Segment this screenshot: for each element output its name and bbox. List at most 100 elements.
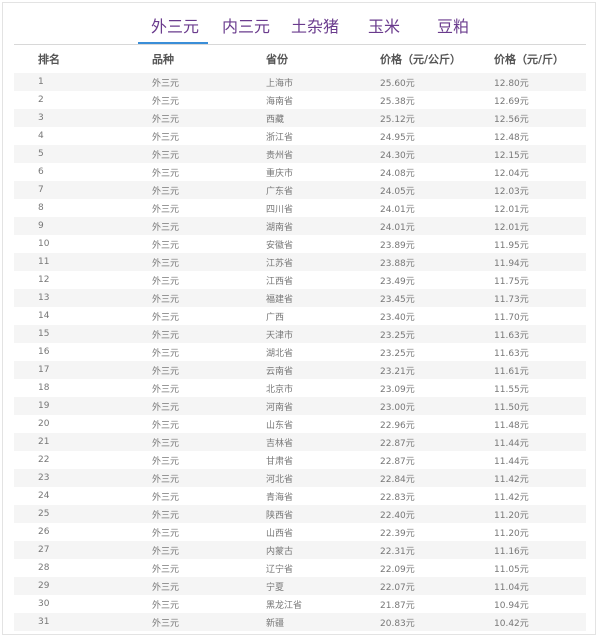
rank-cell: 11 [14, 253, 128, 271]
table-row: 12 外三元 江西省 23.49元 11.75元 [14, 271, 586, 289]
province-cell: 新疆 [242, 613, 356, 631]
province-cell: 陕西省 [242, 505, 356, 523]
province-cell: 四川省 [242, 199, 356, 217]
variety-cell: 外三元 [128, 271, 242, 289]
variety-cell: 外三元 [128, 145, 242, 163]
variety-cell: 外三元 [128, 397, 242, 415]
price-jin-cell: 11.55元 [470, 379, 586, 397]
province-cell: 辽宁省 [242, 559, 356, 577]
price-kg-cell: 23.09元 [356, 379, 470, 397]
price-kg-cell: 25.38元 [356, 91, 470, 109]
price-jin-cell: 11.05元 [470, 559, 586, 577]
header-rank: 排名 [38, 53, 60, 66]
variety-cell: 外三元 [128, 361, 242, 379]
province-cell: 湖南省 [242, 217, 356, 235]
price-jin-cell: 12.80元 [470, 73, 586, 91]
price-jin-cell: 12.69元 [470, 91, 586, 109]
price-kg-cell: 23.49元 [356, 271, 470, 289]
variety-cell: 外三元 [128, 613, 242, 631]
price-kg-cell: 24.05元 [356, 181, 470, 199]
price-kg-cell: 22.87元 [356, 451, 470, 469]
rank-cell: 30 [14, 595, 128, 613]
table-row: 21 外三元 吉林省 22.87元 11.44元 [14, 433, 586, 451]
price-jin-cell: 12.01元 [470, 199, 586, 217]
header-price-per-jin: 价格（元/斤） [494, 53, 565, 66]
price-jin-cell: 11.94元 [470, 253, 586, 271]
variety-cell: 外三元 [128, 469, 242, 487]
table-row: 16 外三元 湖北省 23.25元 11.63元 [14, 343, 586, 361]
price-kg-cell: 22.39元 [356, 523, 470, 541]
table-row: 3 外三元 西藏 25.12元 12.56元 [14, 109, 586, 127]
price-jin-cell: 11.48元 [470, 415, 586, 433]
table-row: 5 外三元 贵州省 24.30元 12.15元 [14, 145, 586, 163]
price-kg-cell: 22.83元 [356, 487, 470, 505]
rank-cell: 28 [14, 559, 128, 577]
table-row: 4 外三元 浙江省 24.95元 12.48元 [14, 127, 586, 145]
rank-cell: 7 [14, 181, 128, 199]
price-jin-cell: 11.44元 [470, 433, 586, 451]
price-jin-cell: 11.42元 [470, 487, 586, 505]
rank-cell: 26 [14, 523, 128, 541]
price-jin-cell: 11.70元 [470, 307, 586, 325]
table-row: 22 外三元 甘肃省 22.87元 11.44元 [14, 451, 586, 469]
price-jin-cell: 11.16元 [470, 541, 586, 559]
province-cell: 吉林省 [242, 433, 356, 451]
tab-wai-san-yuan[interactable]: 外三元 [151, 12, 199, 42]
variety-cell: 外三元 [128, 541, 242, 559]
price-jin-cell: 11.20元 [470, 523, 586, 541]
price-kg-cell: 23.25元 [356, 325, 470, 343]
price-jin-cell: 11.63元 [470, 325, 586, 343]
rank-cell: 13 [14, 289, 128, 307]
price-jin-cell: 10.42元 [470, 613, 586, 631]
price-ranking-table: 排名 品种 省份 价格（元/公斤） 价格（元/斤） 1 外三元 上海市 25.60元 1… [14, 45, 586, 631]
header-variety: 品种 [152, 53, 174, 66]
tab-yu-mi[interactable]: 玉米 [368, 12, 400, 42]
rank-cell: 9 [14, 217, 128, 235]
table-row: 28 外三元 辽宁省 22.09元 11.05元 [14, 559, 586, 577]
rank-cell: 15 [14, 325, 128, 343]
price-kg-cell: 23.00元 [356, 397, 470, 415]
province-cell: 江苏省 [242, 253, 356, 271]
price-jin-cell: 11.20元 [470, 505, 586, 523]
province-cell: 河南省 [242, 397, 356, 415]
variety-cell: 外三元 [128, 235, 242, 253]
rank-cell: 29 [14, 577, 128, 595]
price-jin-cell: 11.95元 [470, 235, 586, 253]
price-jin-cell: 11.44元 [470, 451, 586, 469]
rank-cell: 10 [14, 235, 128, 253]
table-header-row: 排名 品种 省份 价格（元/公斤） 价格（元/斤） [14, 45, 586, 73]
price-kg-cell: 25.12元 [356, 109, 470, 127]
rank-cell: 25 [14, 505, 128, 523]
variety-cell: 外三元 [128, 91, 242, 109]
variety-cell: 外三元 [128, 487, 242, 505]
table-row: 6 外三元 重庆市 24.08元 12.04元 [14, 163, 586, 181]
variety-cell: 外三元 [128, 127, 242, 145]
price-jin-cell: 11.63元 [470, 343, 586, 361]
province-cell: 山东省 [242, 415, 356, 433]
rank-cell: 20 [14, 415, 128, 433]
province-cell: 云南省 [242, 361, 356, 379]
tab-tu-za-zhu[interactable]: 土杂猪 [291, 12, 339, 42]
variety-cell: 外三元 [128, 559, 242, 577]
table-row: 27 外三元 内蒙古 22.31元 11.16元 [14, 541, 586, 559]
province-cell: 甘肃省 [242, 451, 356, 469]
rank-cell: 14 [14, 307, 128, 325]
table-row: 13 外三元 福建省 23.45元 11.73元 [14, 289, 586, 307]
variety-cell: 外三元 [128, 505, 242, 523]
price-jin-cell: 12.48元 [470, 127, 586, 145]
table-row: 7 外三元 广东省 24.05元 12.03元 [14, 181, 586, 199]
province-cell: 黑龙江省 [242, 595, 356, 613]
variety-cell: 外三元 [128, 451, 242, 469]
tab-nei-san-yuan[interactable]: 内三元 [222, 12, 270, 42]
rank-cell: 8 [14, 199, 128, 217]
rank-cell: 4 [14, 127, 128, 145]
price-kg-cell: 23.88元 [356, 253, 470, 271]
variety-cell: 外三元 [128, 595, 242, 613]
province-cell: 山西省 [242, 523, 356, 541]
rank-cell: 22 [14, 451, 128, 469]
province-cell: 福建省 [242, 289, 356, 307]
tab-dou-po[interactable]: 豆粕 [437, 12, 469, 42]
table-row: 15 外三元 天津市 23.25元 11.63元 [14, 325, 586, 343]
rank-cell: 21 [14, 433, 128, 451]
price-kg-cell: 24.30元 [356, 145, 470, 163]
